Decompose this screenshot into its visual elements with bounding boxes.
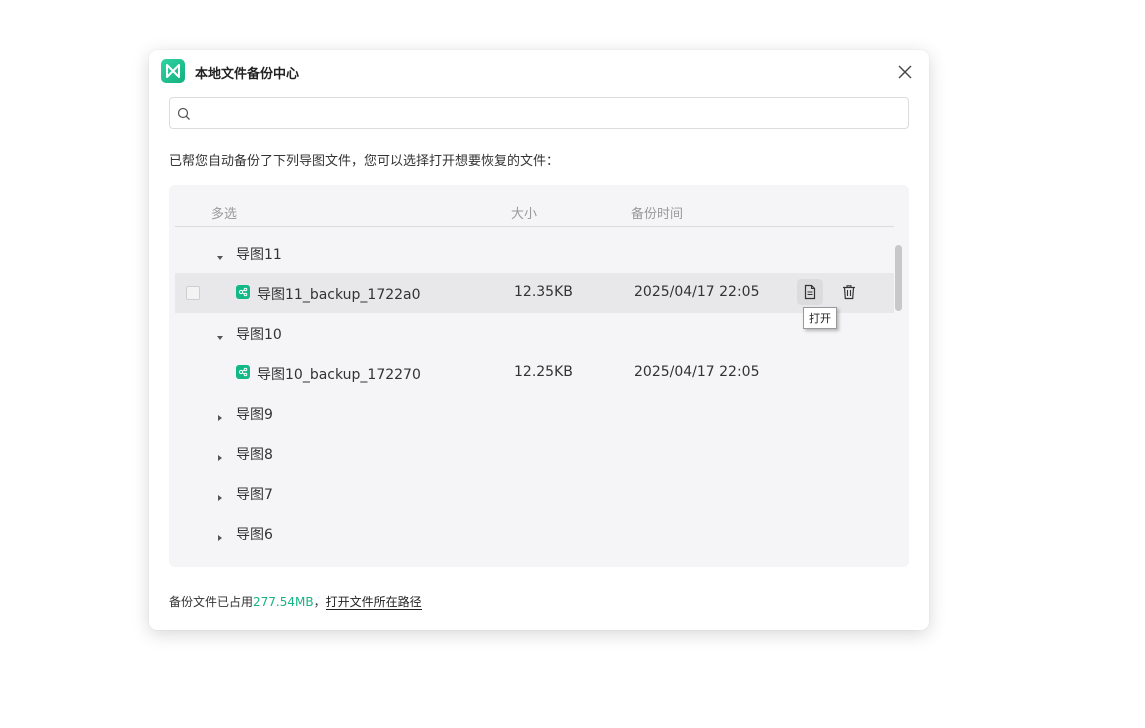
group-label: 导图10 [236,327,282,343]
header-size: 大小 [511,207,538,222]
file-size: 12.35KB [514,284,573,300]
file-name: 导图11_backup_1722a0 [257,287,421,303]
footer-prefix: 备份文件已占用 [169,595,254,609]
file-backup-time: 2025/04/17 22:05 [634,364,760,380]
header-backup-time: 备份时间 [631,207,684,222]
file-row[interactable]: 导图10_backup_172270 12.25KB 2025/04/17 22… [175,353,894,393]
mindmap-file-icon [236,365,250,379]
open-file-button[interactable] [797,279,823,305]
caret-right-icon[interactable] [215,488,225,501]
search-box [169,97,909,129]
file-checkbox[interactable] [186,286,200,300]
file-row[interactable]: 导图11_backup_1722a0 12.35KB 2025/04/17 22… [175,273,894,313]
delete-file-button[interactable] [836,279,862,305]
caret-down-icon[interactable] [215,248,225,260]
caret-right-icon[interactable] [215,408,225,421]
storage-used: 277.54MB [253,595,314,609]
file-size: 12.25KB [514,364,573,380]
header-multiselect[interactable]: 多选 [211,203,237,222]
search-input[interactable] [198,102,902,126]
footer-separator: ， [313,595,326,609]
search-icon [177,106,191,125]
description-text: 已帮您自动备份了下列导图文件，您可以选择打开想要恢复的文件： [169,154,560,169]
file-backup-time: 2025/04/17 22:05 [634,284,760,300]
list-scrollbar[interactable] [895,245,902,311]
open-tooltip: 打开 [803,307,837,329]
caret-right-icon[interactable] [215,448,225,461]
group-row[interactable]: 导图11 [175,233,894,273]
group-row[interactable]: 导图9 [175,393,894,433]
backup-file-list: 多选 大小 备份时间 导图11 导图11_backup_1722a0 12.35… [169,185,909,567]
group-label: 导图11 [236,247,282,263]
close-icon[interactable] [897,64,913,80]
group-label: 导图6 [236,527,273,543]
header-divider [175,226,894,227]
dialog-title: 本地文件备份中心 [195,67,300,82]
caret-right-icon[interactable] [215,528,225,541]
footer-info: 备份文件已占用277.54MB，打开文件所在路径 [169,593,422,610]
group-label: 导图7 [236,487,273,503]
file-name: 导图10_backup_172270 [257,367,421,383]
document-icon [804,284,816,300]
group-label: 导图8 [236,447,273,463]
group-row[interactable]: 导图8 [175,433,894,473]
open-folder-link[interactable]: 打开文件所在路径 [325,595,422,610]
trash-icon [843,285,855,300]
mindmap-file-icon [236,285,250,299]
group-row[interactable]: 导图6 [175,513,894,553]
group-row[interactable]: 导图7 [175,473,894,513]
group-row[interactable]: 导图10 [175,313,894,353]
group-label: 导图9 [236,407,273,423]
backup-center-dialog: 本地文件备份中心 已帮您自动备份了下列导图文件，您可以选择打开想要恢复的文件： … [149,50,929,630]
app-logo-icon [161,59,185,83]
caret-down-icon[interactable] [215,328,225,340]
